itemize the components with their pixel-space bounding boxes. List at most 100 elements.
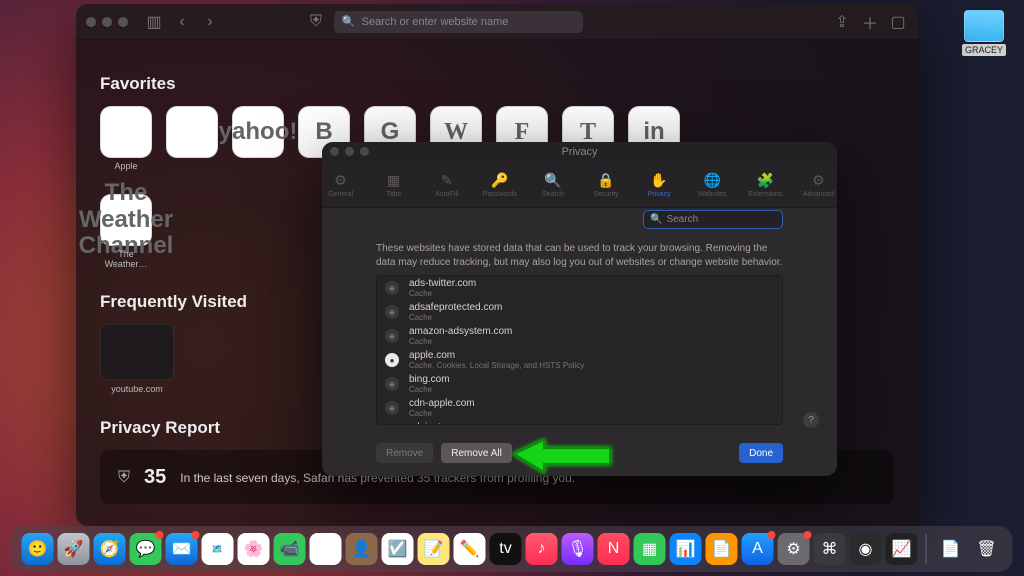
dock-app-maps[interactable]: 🗺️ <box>202 533 234 565</box>
frequent-item[interactable]: youtube.com <box>100 324 174 394</box>
pref-tab-advanced[interactable]: ⚙ Advanced <box>800 162 837 207</box>
pref-tab-label: General <box>328 191 353 198</box>
remove-all-button[interactable]: Remove All <box>441 443 512 463</box>
privacy-description: These websites have stored data that can… <box>376 242 783 269</box>
favorites-heading: Favorites <box>100 74 894 94</box>
favorite-label <box>232 162 284 180</box>
dock-app-music[interactable]: ♪ <box>526 533 558 565</box>
dock-app-numbers[interactable]: ▦ <box>634 533 666 565</box>
favorite-label: Apple <box>100 162 152 180</box>
share-icon[interactable]: ⇪ <box>832 12 852 32</box>
dock-app-screenshot[interactable]: ⌘ <box>814 533 846 565</box>
pref-tab-websites[interactable]: 🌐Websites <box>694 162 731 207</box>
pref-tab-passwords[interactable]: 🔑Passwords <box>481 162 518 207</box>
dock-app-messages[interactable]: 💬 <box>130 533 162 565</box>
dock-app-calendar[interactable]: 30 <box>310 533 342 565</box>
app-icon: tv <box>499 540 511 558</box>
favorite-tile[interactable]: Apple <box>100 106 152 180</box>
website-row[interactable]: ⊕amazon-adsystem.comCache <box>377 324 782 348</box>
sidebar-toggle-icon[interactable]: ▥ <box>144 12 164 32</box>
modal-window-controls[interactable] <box>330 147 369 156</box>
website-row[interactable]: ⊕bing.comCache <box>377 372 782 396</box>
search-placeholder: Search <box>666 214 698 225</box>
app-icon: 🙂 <box>28 539 48 559</box>
app-icon: ☑️ <box>388 539 408 559</box>
dock-document[interactable]: 📄 <box>935 533 967 565</box>
website-row[interactable]: ⊕cdn-apple.comCache <box>377 396 782 420</box>
shield-icon[interactable]: ⛨ <box>306 12 326 32</box>
help-button[interactable]: ? <box>803 412 819 428</box>
app-icon: 💬 <box>136 539 156 559</box>
pref-tab-extensions[interactable]: 🧩Extensions <box>747 162 784 207</box>
dock-trash[interactable]: 🗑 <box>971 533 1003 565</box>
dock-app-facetime[interactable]: 📹 <box>274 533 306 565</box>
pref-tab-icon: ⚙ <box>812 172 825 189</box>
dock: 🙂🚀🧭💬✉️🗺️🌸📹30👤☑️📝✏️tv♪🎙N▦📊📄A⚙︎⌘◉📈📄🗑 <box>12 526 1013 572</box>
shield-icon: ⛨ <box>118 469 130 487</box>
dock-app-obs[interactable]: ◉ <box>850 533 882 565</box>
dock-app-news[interactable]: N <box>598 533 630 565</box>
app-icon: 🚀 <box>64 539 84 559</box>
website-domain: adsafeprotected.com <box>409 302 502 313</box>
favorite-tile[interactable] <box>166 106 218 180</box>
globe-icon: ⊕ <box>385 377 399 391</box>
remove-button[interactable]: Remove <box>376 443 433 463</box>
website-data-list[interactable]: ⊕ads-twitter.comCache ⊕ adsafeprotected.co… <box>376 275 783 425</box>
back-button[interactable]: ‹ <box>172 12 192 32</box>
app-icon: N <box>608 540 620 558</box>
dock-app-mail[interactable]: ✉️ <box>166 533 198 565</box>
address-bar[interactable]: 🔍 Search or enter website name <box>334 11 583 33</box>
new-tab-button[interactable]: ＋ <box>860 12 880 32</box>
pref-tab-label: Passwords <box>483 191 517 198</box>
app-icon: ▦ <box>642 539 657 559</box>
preferences-tabbar: ⚙︎General ▦Tabs ✎AutoFill 🔑Passwords 🔍Search… <box>322 162 837 208</box>
dock-app-photos[interactable]: 🌸 <box>238 533 270 565</box>
app-icon: ⌘ <box>822 539 838 559</box>
website-row[interactable]: ⊕cdninstagram.comCache <box>377 420 782 425</box>
pref-tab-autofill[interactable]: ✎AutoFill <box>428 162 465 207</box>
pref-tab-general[interactable]: ⚙︎General <box>322 162 359 207</box>
dock-app-appstore[interactable]: A <box>742 533 774 565</box>
pref-tab-label: Advanced <box>803 191 834 198</box>
desktop-folder[interactable]: GRACEY <box>960 10 1008 55</box>
app-icon: 📊 <box>676 539 696 559</box>
pref-tab-search[interactable]: 🔍Search <box>534 162 571 207</box>
modal-title: Privacy <box>561 146 597 158</box>
forward-button[interactable]: › <box>200 12 220 32</box>
window-controls[interactable] <box>86 17 128 27</box>
favorite-icon: yahoo! <box>232 106 284 158</box>
tabs-icon[interactable]: ▢ <box>888 12 908 32</box>
website-row[interactable]: ⊕ads-twitter.comCache <box>377 276 782 300</box>
pref-tab-icon: 🔒 <box>597 172 614 189</box>
dock-app-activity[interactable]: 📈 <box>886 533 918 565</box>
dock-app-launchpad[interactable]: 🚀 <box>58 533 90 565</box>
dock-app-reminders[interactable]: ☑️ <box>382 533 414 565</box>
desktop-folder-label: GRACEY <box>962 44 1006 56</box>
favorite-tile[interactable]: yahoo! <box>232 106 284 180</box>
dock-app-finder[interactable]: 🙂 <box>22 533 54 565</box>
pref-tab-tabs[interactable]: ▦Tabs <box>375 162 412 207</box>
pref-tab-security[interactable]: 🔒Security <box>588 162 625 207</box>
dock-app-notes[interactable]: 📝 <box>418 533 450 565</box>
done-button[interactable]: Done <box>739 443 783 463</box>
dock-app-keynote[interactable]: 📊 <box>670 533 702 565</box>
website-detail: Cache, Cookies, Local Storage, and HSTS … <box>409 361 584 370</box>
dock-app-contacts[interactable]: 👤 <box>346 533 378 565</box>
dock-app-settings[interactable]: ⚙︎ <box>778 533 810 565</box>
website-detail: Cache <box>409 385 450 394</box>
dock-app-podcasts[interactable]: 🎙 <box>562 533 594 565</box>
website-row[interactable]: ●apple.comCache, Cookies, Local Storage,… <box>377 348 782 372</box>
dock-app-safari[interactable]: 🧭 <box>94 533 126 565</box>
pref-tab-icon: ✎ <box>441 172 453 189</box>
dock-app-pages[interactable]: 📄 <box>706 533 738 565</box>
globe-icon: ⊕ <box>385 305 399 319</box>
search-icon: 🔍 <box>342 15 356 28</box>
globe-icon: ⊕ <box>385 401 399 415</box>
favorite-tile[interactable]: The Weather ChannelThe Weather… <box>100 194 152 268</box>
app-icon: 🧭 <box>100 539 120 559</box>
dock-app-tv[interactable]: tv <box>490 533 522 565</box>
website-row[interactable]: ⊕adsafeprotected.comCache <box>377 300 782 324</box>
dock-app-freeform[interactable]: ✏️ <box>454 533 486 565</box>
website-search-input[interactable]: 🔍 Search <box>643 210 783 229</box>
pref-tab-privacy[interactable]: ✋Privacy <box>641 162 678 207</box>
